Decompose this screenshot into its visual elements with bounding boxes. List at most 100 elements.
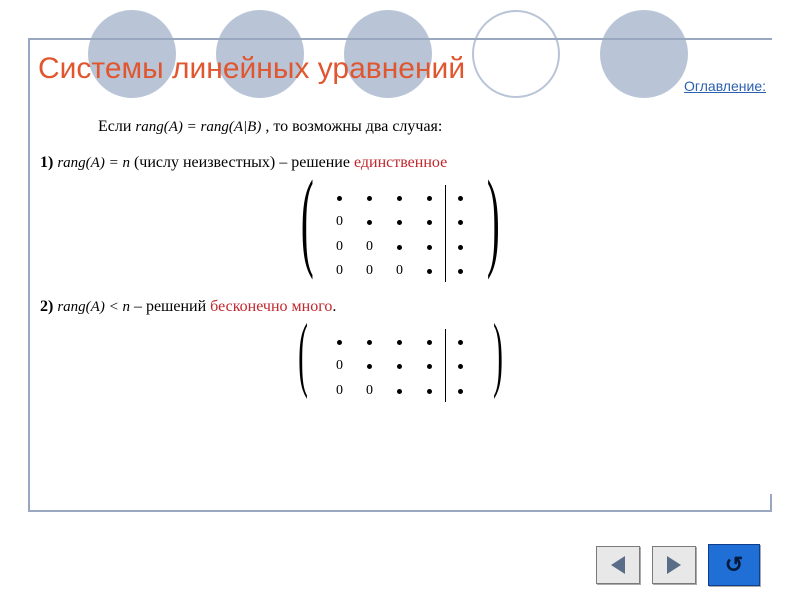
- matrix-dot: [458, 269, 463, 274]
- matrix-row: 000: [325, 258, 476, 282]
- matrix-dot: [397, 220, 402, 225]
- case1-line: 1) rang(A) = n (числу неизвестных) – реш…: [40, 152, 760, 174]
- case2-highlight: бесконечно много: [210, 298, 332, 315]
- matrix-cell: [385, 353, 415, 377]
- matrix-zero: 0: [336, 358, 343, 373]
- matrix-row: [325, 329, 476, 353]
- matrix-cell: 0: [385, 258, 415, 282]
- matrix-dot: [427, 220, 432, 225]
- matrix-row: 00: [325, 378, 476, 402]
- matrix-dot: [397, 245, 402, 250]
- case2-dot: .: [332, 298, 336, 315]
- matrix-cell: [385, 329, 415, 353]
- matrix1-wrap: ( 000000 ): [40, 181, 760, 287]
- matrix-cell: 0: [325, 353, 355, 377]
- intro-prefix: Если: [98, 118, 135, 135]
- matrix-dot: [458, 245, 463, 250]
- matrix-zero: 0: [366, 239, 373, 254]
- case2-text: – решений: [134, 298, 210, 315]
- matrix-cell: [445, 258, 476, 282]
- page-title: Системы линейных уравнений: [38, 52, 465, 86]
- matrix-zero: 0: [396, 263, 403, 278]
- matrix-cell: 0: [325, 258, 355, 282]
- matrix-dot: [397, 364, 402, 369]
- matrix-cell: [385, 185, 415, 209]
- matrix-cell: [355, 329, 385, 353]
- toc-link[interactable]: Оглавление:: [684, 78, 766, 94]
- matrix2-wrap: ( 000 ): [40, 325, 760, 406]
- matrix-cell: [325, 329, 355, 353]
- matrix-cell: [355, 185, 385, 209]
- matrix-dot: [367, 364, 372, 369]
- matrix-dot: [427, 269, 432, 274]
- matrix-cell: 0: [325, 378, 355, 402]
- matrix-cell: [385, 234, 415, 258]
- case1-formula: rang(A) = n: [57, 155, 130, 171]
- matrix-cell: [355, 209, 385, 233]
- matrix-dot: [367, 220, 372, 225]
- matrix-cell: [325, 185, 355, 209]
- paren-left-icon: (: [298, 321, 308, 387]
- matrix-cell: [415, 209, 446, 233]
- matrix-zero: 0: [366, 383, 373, 398]
- matrix-dot: [458, 364, 463, 369]
- matrix-cell: [415, 234, 446, 258]
- paren-left-icon: (: [300, 177, 313, 263]
- matrix-cell: [385, 209, 415, 233]
- matrix-row: 0: [325, 209, 476, 233]
- matrix-dot: [458, 389, 463, 394]
- matrix-cell: 0: [355, 378, 385, 402]
- matrix-zero: 0: [336, 239, 343, 254]
- intro-line: Если rang(A) = rang(A|B) , то возможны д…: [98, 116, 760, 138]
- frame-border: [770, 494, 772, 510]
- matrix-cell: [415, 378, 446, 402]
- matrix-cell: [445, 209, 476, 233]
- content-body: Если rang(A) = rang(A|B) , то возможны д…: [40, 108, 760, 416]
- return-button[interactable]: ↺: [708, 544, 760, 586]
- intro-suffix: , то возможны два случая:: [265, 118, 442, 135]
- paren-right-icon: ): [493, 321, 503, 387]
- case1-highlight: единственное: [354, 154, 447, 171]
- intro-formula: rang(A) = rang(A|B): [135, 119, 261, 135]
- nav-controls: ↺: [596, 544, 760, 586]
- matrix-dot: [367, 340, 372, 345]
- case1-number: 1): [40, 154, 53, 171]
- matrix-dot: [397, 340, 402, 345]
- matrix-dot: [427, 340, 432, 345]
- matrix-dot: [427, 389, 432, 394]
- matrix1: ( 000000 ): [311, 181, 490, 287]
- matrix-cell: 0: [355, 258, 385, 282]
- matrix-zero: 0: [366, 263, 373, 278]
- matrix-cell: [445, 185, 476, 209]
- matrix-cell: [355, 353, 385, 377]
- matrix-dot: [337, 340, 342, 345]
- case2-line: 2) rang(A) < n – решений бесконечно мног…: [40, 296, 760, 318]
- next-slide-button[interactable]: [652, 546, 696, 584]
- circle-decor: [600, 10, 688, 98]
- triangle-left-icon: [611, 556, 625, 574]
- matrix-cell: 0: [325, 209, 355, 233]
- matrix-cell: 0: [355, 234, 385, 258]
- matrix-zero: 0: [336, 383, 343, 398]
- matrix-cell: [415, 258, 446, 282]
- matrix-row: [325, 185, 476, 209]
- matrix-cell: [445, 329, 476, 353]
- matrix-cell: [415, 329, 446, 353]
- matrix-cell: [415, 185, 446, 209]
- matrix-row: 00: [325, 234, 476, 258]
- frame-border: [28, 38, 772, 40]
- matrix-cell: [445, 234, 476, 258]
- matrix-cell: [445, 353, 476, 377]
- prev-slide-button[interactable]: [596, 546, 640, 584]
- case2-formula: rang(A) < n: [57, 299, 130, 315]
- matrix-dot: [397, 389, 402, 394]
- matrix-cell: [445, 378, 476, 402]
- triangle-right-icon: [667, 556, 681, 574]
- matrix-dot: [458, 340, 463, 345]
- matrix-dot: [397, 196, 402, 201]
- circle-decor: [472, 10, 560, 98]
- matrix-dot: [458, 220, 463, 225]
- matrix-row: 0: [325, 353, 476, 377]
- matrix-dot: [367, 196, 372, 201]
- matrix-dot: [427, 364, 432, 369]
